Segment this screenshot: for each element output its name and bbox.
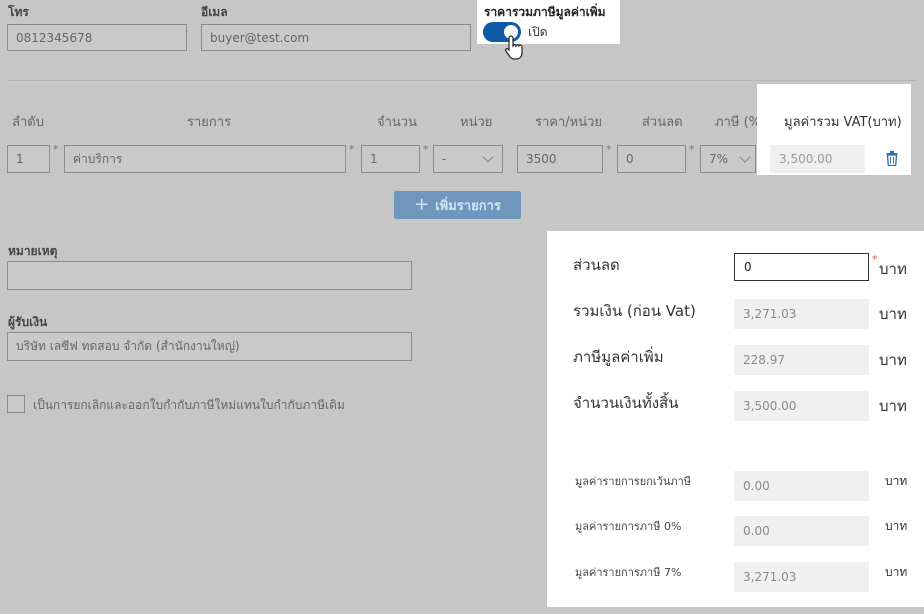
total-column-highlight: มูลค่ารวม VAT(บาท) 3,500.00 — [757, 84, 911, 175]
plus-icon: + — [414, 194, 430, 215]
summary-exempt-label: มูลค่ารายการยกเว้นภาษี — [575, 475, 692, 488]
summary-vat-unit: บาท — [879, 351, 907, 369]
row-item-input[interactable]: ค่าบริการ — [64, 145, 346, 173]
summary-vat7-unit: บาท — [885, 565, 908, 579]
col-header-qty: จำนวน — [377, 115, 417, 130]
phone-input[interactable]: 0812345678 — [7, 24, 187, 51]
row-unit-select[interactable]: - — [433, 145, 503, 173]
payee-label: ผู้รับเงิน — [8, 315, 48, 329]
summary-exempt-value: 0.00 — [734, 471, 869, 501]
phone-label: โทร — [8, 5, 29, 19]
summary-zero-rate-label: มูลค่ารายการภาษี 0% — [575, 520, 682, 533]
required-mark: * — [349, 143, 355, 156]
row-seq-input[interactable]: 1 — [7, 145, 50, 173]
email-label: อีเมล — [201, 5, 228, 19]
row-tax-value: 7% — [709, 152, 729, 166]
remarks-label: หมายเหตุ — [8, 244, 58, 258]
col-header-unit: หน่วย — [460, 115, 493, 130]
col-header-price: ราคา/หน่วย — [535, 115, 603, 130]
summary-subtotal-unit: บาท — [879, 305, 907, 323]
row-price-input[interactable]: 3500 — [517, 145, 603, 173]
col-header-item: รายการ — [187, 115, 232, 130]
summary-vat-value: 228.97 — [734, 345, 869, 375]
required-mark: * — [423, 143, 429, 156]
col-header-total: มูลค่ารวม VAT(บาท) — [784, 115, 902, 130]
replace-invoice-label: เป็นการยกเลิกและออกใบกำกับภาษีใหม่แทนใบก… — [33, 398, 345, 412]
summary-grand-total-unit: บาท — [879, 397, 907, 415]
payee-input[interactable]: บริษัท เลซีฟ ทดสอบ จำกัด (สำนักงานใหญ่) — [7, 332, 412, 361]
summary-subtotal-label: รวมเงิน (ก่อน Vat) — [573, 302, 696, 320]
chevron-down-icon — [482, 151, 494, 163]
vat-inclusive-state: เปิด — [528, 25, 548, 39]
row-tax-select[interactable]: 7% — [700, 145, 756, 173]
email-input[interactable]: buyer@test.com — [201, 24, 471, 51]
summary-grand-total-value: 3,500.00 — [734, 391, 869, 421]
row-unit-value: - — [442, 152, 447, 166]
required-mark: * — [53, 143, 59, 156]
chevron-down-icon — [739, 151, 751, 163]
summary-exempt-unit: บาท — [885, 474, 908, 488]
summary-discount-unit: บาท — [879, 260, 907, 278]
row-discount-input[interactable]: 0 — [617, 145, 686, 173]
required-mark: * — [872, 253, 878, 266]
section-divider — [8, 80, 916, 81]
vat-inclusive-label: ราคารวมภาษีมูลค่าเพิ่ม — [484, 5, 606, 19]
row-qty-input[interactable]: 1 — [361, 145, 420, 173]
summary-zero-rate-unit: บาท — [885, 519, 908, 533]
summary-vat7-value: 3,271.03 — [734, 562, 869, 592]
col-header-seq: ลำดับ — [12, 115, 44, 130]
hand-cursor-icon — [505, 35, 523, 60]
summary-subtotal-value: 3,271.03 — [734, 299, 869, 329]
summary-discount-label: ส่วนลด — [573, 256, 620, 274]
required-mark: * — [689, 143, 695, 156]
required-mark: * — [606, 143, 612, 156]
summary-grand-total-label: จำนวนเงินทั้งสิ้น — [573, 394, 679, 412]
trash-icon[interactable] — [886, 151, 898, 166]
summary-discount-input[interactable]: 0 — [734, 253, 869, 281]
summary-vat-label: ภาษีมูลค่าเพิ่ม — [573, 348, 664, 366]
checkbox-icon[interactable] — [7, 395, 25, 413]
vat-inclusive-panel: ราคารวมภาษีมูลค่าเพิ่ม เปิด — [477, 0, 620, 44]
add-item-button[interactable]: + เพิ่มรายการ — [394, 191, 521, 219]
summary-vat7-label: มูลค่ารายการภาษี 7% — [575, 566, 682, 579]
row-total-field: 3,500.00 — [770, 145, 865, 173]
add-item-label: เพิ่มรายการ — [435, 198, 501, 214]
summary-zero-rate-value: 0.00 — [734, 516, 869, 546]
remarks-input[interactable] — [7, 261, 412, 290]
col-header-discount: ส่วนลด — [642, 115, 683, 130]
